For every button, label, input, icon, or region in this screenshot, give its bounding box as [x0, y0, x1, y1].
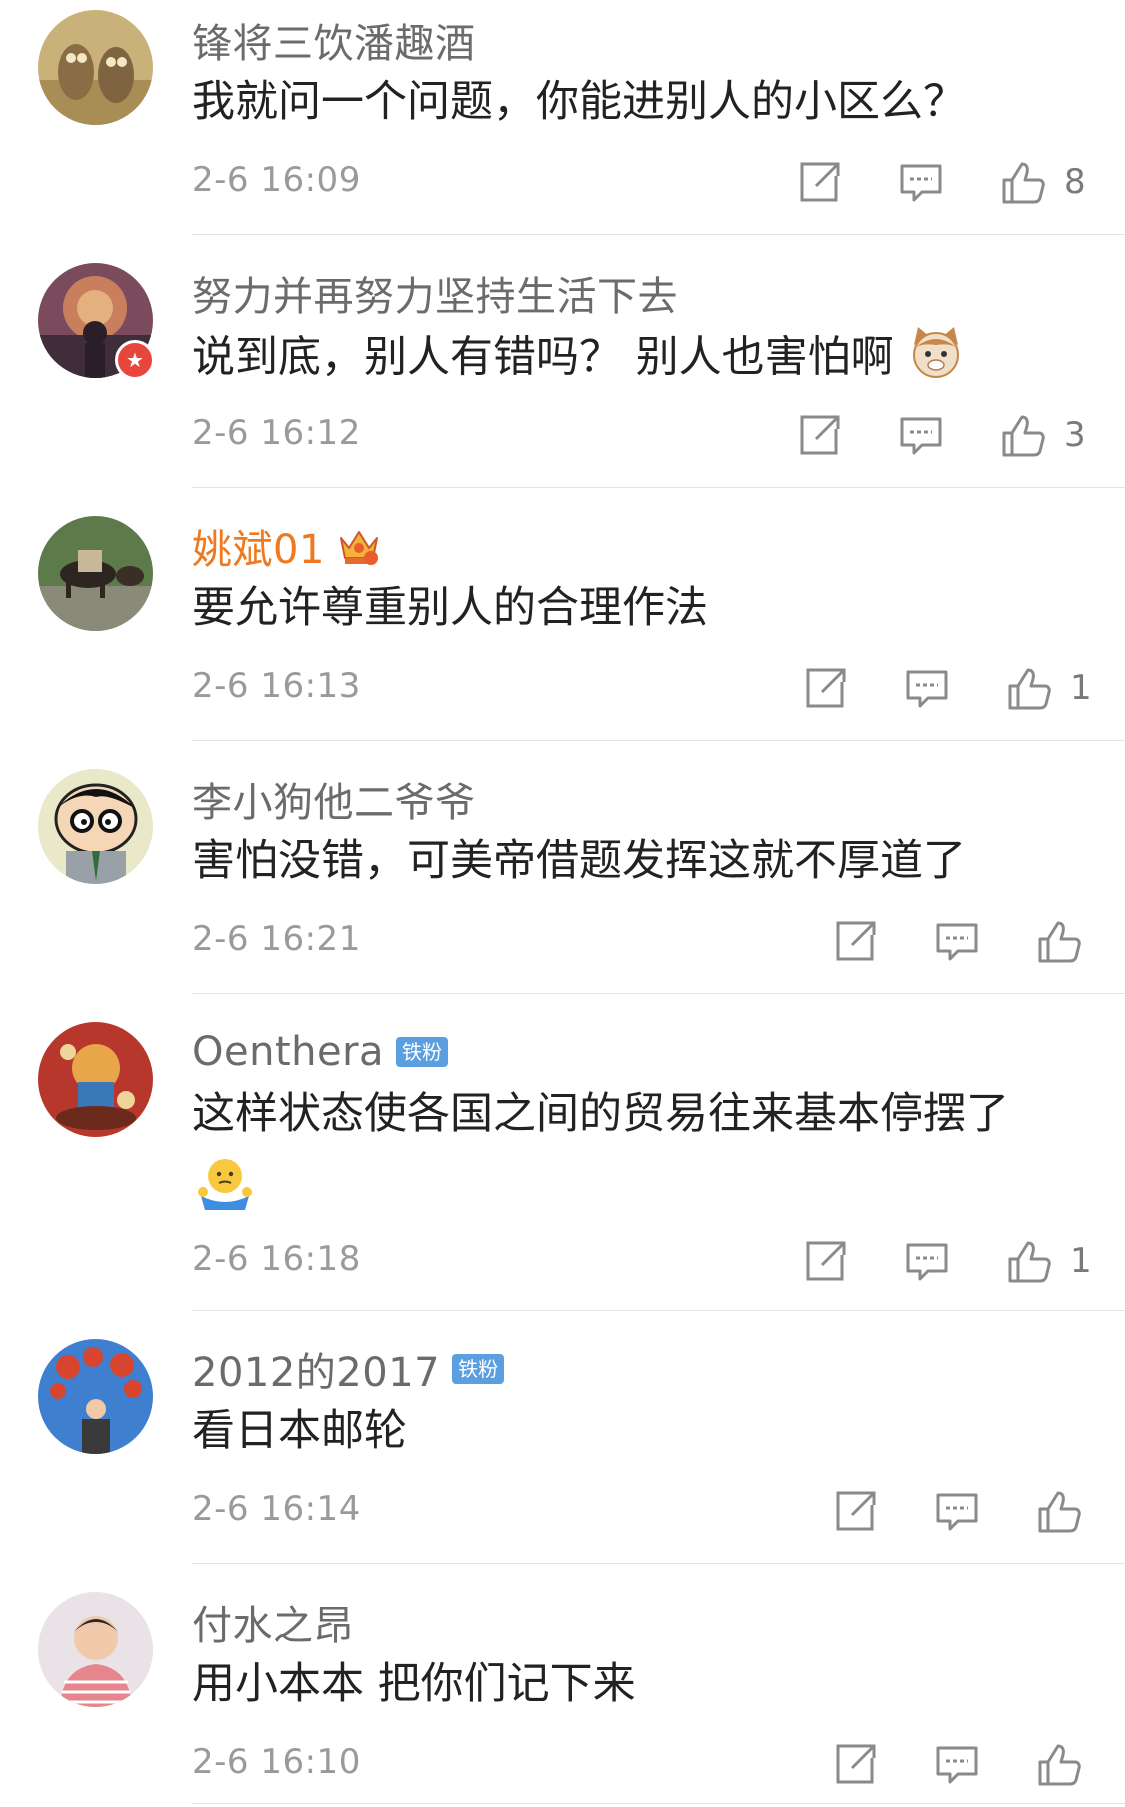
username[interactable]: 2012的2017: [192, 1340, 440, 1398]
vip-crown-icon: [339, 531, 378, 565]
shrug-emoji-icon: [195, 1152, 255, 1212]
divider: [192, 740, 1125, 741]
divider: [192, 1563, 1125, 1564]
thumbs-up-icon[interactable]: [1000, 413, 1046, 459]
comment-icon[interactable]: [898, 160, 944, 206]
comment-icon[interactable]: [934, 1742, 980, 1788]
comment-icon[interactable]: [934, 1489, 980, 1535]
share-icon[interactable]: [832, 1742, 878, 1788]
comment-text: 说到底，别人有错吗？ 别人也害怕啊: [192, 323, 1072, 397]
thumbs-up-icon[interactable]: [1036, 1489, 1082, 1535]
comment-text: 这样状态使各国之间的贸易往来基本停摆了: [192, 1089, 1009, 1139]
divider: [192, 1310, 1125, 1311]
timestamp: 2-6 16:12: [192, 413, 361, 453]
avatar[interactable]: [38, 769, 153, 884]
divider: [192, 234, 1125, 235]
comment-text: 害怕没错，可美帝借题发挥这就不厚道了: [192, 836, 966, 886]
avatar[interactable]: [38, 516, 153, 631]
timestamp: 2-6 16:21: [192, 919, 361, 959]
thumbs-up-icon[interactable]: [1000, 160, 1046, 206]
avatar[interactable]: [38, 1022, 153, 1137]
username[interactable]: 锋将三饮潘趣酒: [192, 11, 476, 69]
comment-text: 要允许尊重别人的合理作法: [192, 583, 708, 633]
like-count: 3: [1064, 415, 1086, 455]
divider: [192, 1803, 1125, 1804]
comment-text: 用小本本 把你们记下来: [192, 1659, 636, 1709]
thumbs-up-icon[interactable]: [1036, 1742, 1082, 1788]
username[interactable]: 付水之昂: [192, 1593, 354, 1651]
username[interactable]: 李小狗他二爷爷: [192, 770, 476, 828]
like-count: 8: [1064, 162, 1086, 202]
share-icon[interactable]: [802, 1239, 848, 1285]
comment-icon[interactable]: [904, 1239, 950, 1285]
username[interactable]: 姚斌01: [192, 517, 325, 575]
comment-list: 锋将三饮潘趣酒 我就问一个问题，你能进别人的小区么？ 2-6 16:09 8 ★: [0, 0, 1125, 1807]
timestamp: 2-6 16:10: [192, 1742, 361, 1782]
divider: [192, 993, 1125, 994]
timestamp: 2-6 16:14: [192, 1489, 361, 1529]
cat-face-emoji-icon: [908, 323, 964, 397]
share-icon[interactable]: [832, 919, 878, 965]
like-count: 1: [1070, 668, 1092, 708]
thumbs-up-icon[interactable]: [1006, 666, 1052, 712]
timestamp: 2-6 16:09: [192, 160, 361, 200]
verified-badge-icon: ★: [115, 340, 155, 380]
thumbs-up-icon[interactable]: [1006, 1239, 1052, 1285]
share-icon[interactable]: [796, 413, 842, 459]
share-icon[interactable]: [802, 666, 848, 712]
timestamp: 2-6 16:18: [192, 1239, 361, 1279]
username[interactable]: 努力并再努力坚持生活下去: [192, 264, 678, 322]
thumbs-up-icon[interactable]: [1036, 919, 1082, 965]
timestamp: 2-6 16:13: [192, 666, 361, 706]
fan-badge: 铁粉: [396, 1037, 449, 1067]
fan-badge: 铁粉: [452, 1354, 505, 1384]
share-icon[interactable]: [796, 160, 842, 206]
comment-text: 看日本邮轮: [192, 1406, 407, 1456]
avatar[interactable]: [38, 10, 153, 125]
username[interactable]: Oenthera: [192, 1029, 384, 1075]
comment-icon[interactable]: [904, 666, 950, 712]
avatar[interactable]: [38, 1339, 153, 1454]
like-count: 1: [1070, 1241, 1092, 1281]
avatar[interactable]: [38, 1592, 153, 1707]
comment-text: 我就问一个问题，你能进别人的小区么？: [192, 77, 966, 127]
comment-icon[interactable]: [934, 919, 980, 965]
divider: [192, 487, 1125, 488]
share-icon[interactable]: [832, 1489, 878, 1535]
comment-icon[interactable]: [898, 413, 944, 459]
